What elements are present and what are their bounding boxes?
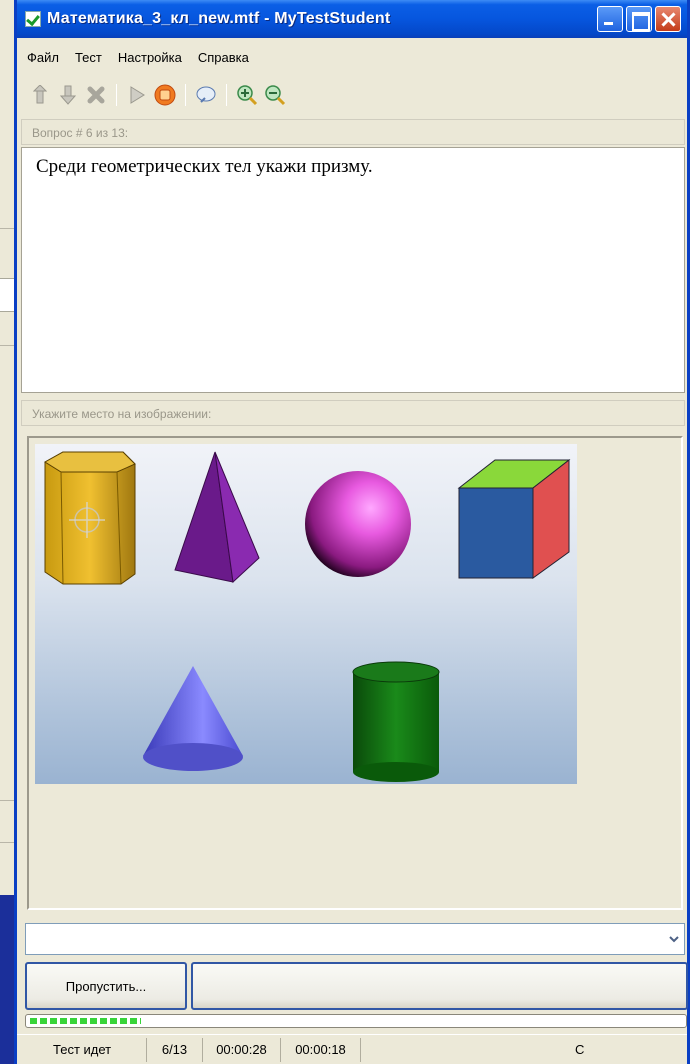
- status-bar: Тест идет 6/13 00:00:28 00:00:18 С: [17, 1034, 687, 1064]
- stop-icon[interactable]: [154, 83, 176, 107]
- status-extra: С: [575, 1042, 585, 1057]
- status-counter: 6/13: [147, 1037, 203, 1062]
- menu-test[interactable]: Тест: [75, 50, 102, 65]
- progress-bar: [25, 1014, 687, 1028]
- question-text: Среди геометрических тел укажи призму.: [36, 156, 373, 177]
- main-window: Математика_3_кл_new.mtf - MyTestStudent …: [14, 0, 690, 1064]
- window-controls: [597, 6, 681, 32]
- toolbar: [17, 78, 687, 112]
- window-title: Математика_3_кл_new.mtf - MyTestStudent: [47, 10, 391, 27]
- play-icon[interactable]: [126, 83, 148, 107]
- question-header: Вопрос # 6 из 13:: [21, 119, 685, 145]
- arrow-up-icon[interactable]: [29, 83, 51, 107]
- toolbar-separator: [185, 84, 186, 106]
- answer-image-area[interactable]: [27, 436, 683, 910]
- maximize-button[interactable]: [626, 6, 652, 32]
- cylinder-shape[interactable]: [352, 661, 440, 782]
- pyramid-shape[interactable]: [174, 451, 260, 584]
- answer-combobox[interactable]: [25, 923, 685, 955]
- edit-icon[interactable]: [195, 83, 217, 107]
- menu-settings[interactable]: Настройка: [118, 50, 182, 65]
- shapes-picture[interactable]: [35, 444, 577, 784]
- app-check-icon: [25, 11, 41, 27]
- status-time-question: 00:00:18: [281, 1037, 361, 1062]
- status-time-elapsed: 00:00:28: [203, 1037, 281, 1062]
- toolbar-separator: [116, 84, 117, 106]
- status-state: Тест идет: [17, 1037, 147, 1062]
- hexagonal-prism-shape[interactable]: [44, 451, 136, 585]
- minimize-button[interactable]: [597, 6, 623, 32]
- answer-header: Укажите место на изображении:: [21, 400, 685, 426]
- chevron-down-icon[interactable]: [665, 925, 683, 953]
- cross-icon[interactable]: [85, 83, 107, 107]
- zoom-in-icon[interactable]: [236, 83, 258, 107]
- arrow-down-icon[interactable]: [57, 83, 79, 107]
- progress-fill: [30, 1018, 141, 1024]
- toolbar-separator: [226, 84, 227, 106]
- zoom-out-icon[interactable]: [264, 83, 286, 107]
- skip-button[interactable]: Пропустить...: [25, 962, 187, 1010]
- next-button[interactable]: [191, 962, 688, 1010]
- menu-file[interactable]: Файл: [27, 50, 59, 65]
- menu-bar: Файл Тест Настройка Справка: [17, 46, 687, 68]
- cone-shape[interactable]: [143, 666, 243, 771]
- menu-help[interactable]: Справка: [198, 50, 249, 65]
- title-bar[interactable]: Математика_3_кл_new.mtf - MyTestStudent: [17, 0, 687, 38]
- sphere-shape[interactable]: [305, 471, 411, 577]
- close-button[interactable]: [655, 6, 681, 32]
- question-text-box: Среди геометрических тел укажи призму.: [21, 147, 685, 393]
- cube-shape[interactable]: [457, 458, 571, 579]
